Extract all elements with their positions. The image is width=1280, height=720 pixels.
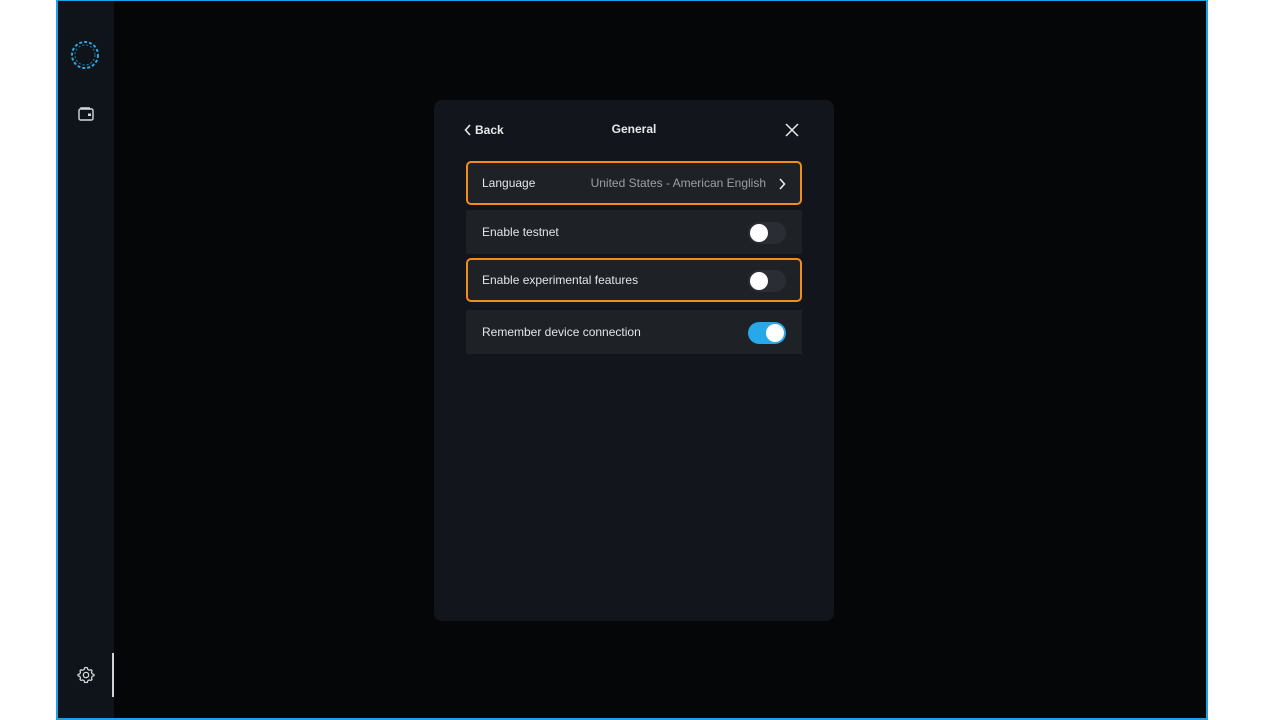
sidebar [58, 1, 114, 718]
active-indicator [112, 653, 114, 697]
close-icon[interactable] [784, 122, 800, 138]
page-title: General [611, 122, 657, 136]
remember-device-setting-row: Remember device connection [466, 310, 802, 354]
setting-label: Language [482, 176, 536, 190]
logo-icon [71, 41, 99, 69]
wallet-icon[interactable] [77, 105, 95, 123]
experimental-features-setting-row: Enable experimental features [466, 258, 802, 302]
toggle-knob [750, 272, 768, 290]
chevron-right-icon [779, 178, 786, 190]
toggle-knob [766, 324, 784, 342]
toggle-knob [750, 224, 768, 242]
settings-nav-button[interactable] [58, 653, 114, 697]
language-value: United States - American English [590, 176, 766, 190]
setting-label: Remember device connection [482, 325, 641, 339]
general-settings-panel: Back General Language United States - Am… [434, 100, 834, 621]
setting-label: Enable experimental features [482, 273, 639, 287]
remember-device-toggle[interactable] [748, 322, 786, 344]
setting-label: Enable testnet [482, 225, 559, 239]
gear-icon [77, 666, 95, 684]
language-setting-row[interactable]: Language United States - American Englis… [466, 161, 802, 205]
testnet-toggle[interactable] [748, 222, 786, 244]
panel-header: Back General [434, 100, 834, 160]
app-window: Back General Language United States - Am… [56, 0, 1208, 720]
testnet-setting-row: Enable testnet [466, 210, 802, 254]
experimental-features-toggle[interactable] [748, 270, 786, 292]
